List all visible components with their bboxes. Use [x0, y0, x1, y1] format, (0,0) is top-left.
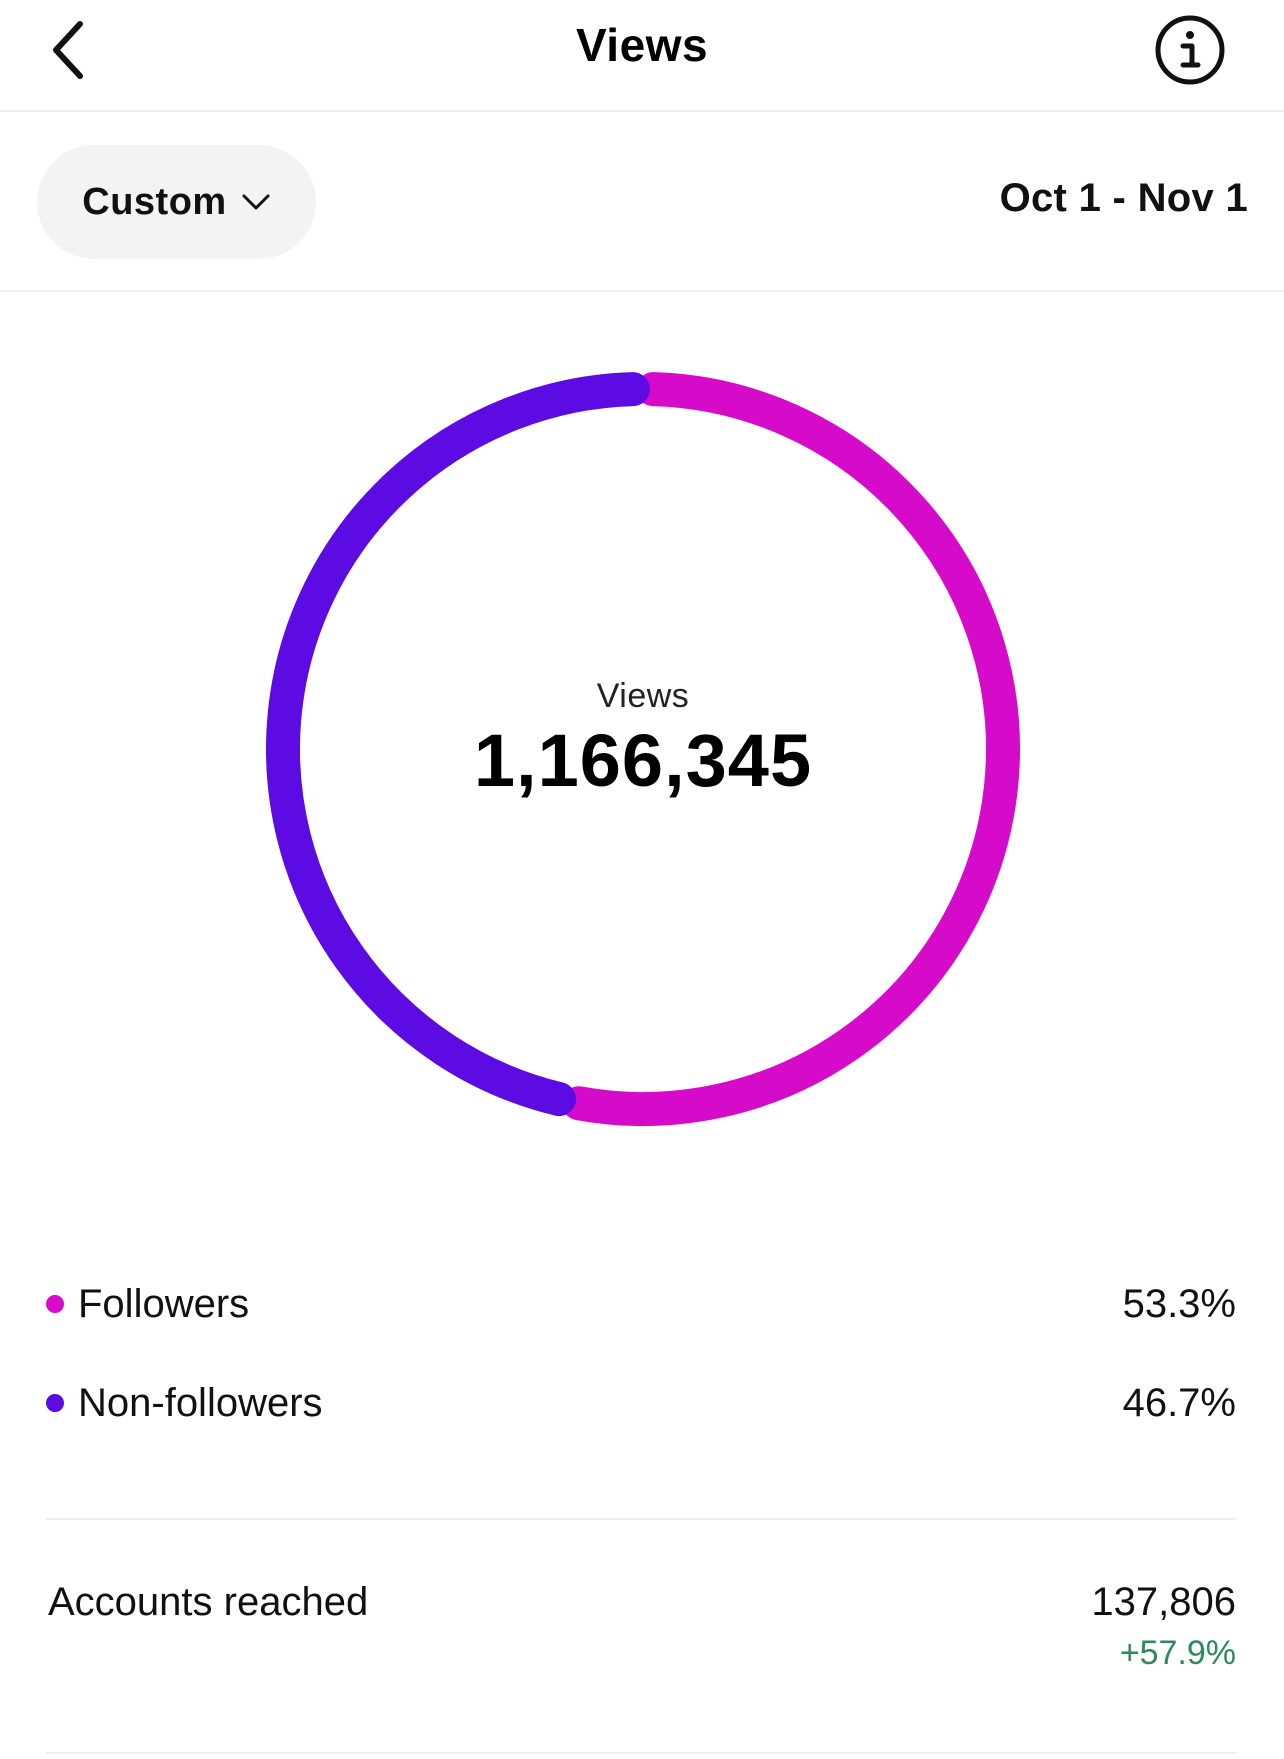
legend-label-followers: Followers — [78, 1281, 250, 1326]
views-donut-chart: Views 1,166,345 — [262, 368, 1024, 1130]
info-icon — [1155, 15, 1225, 85]
legend-value-followers: 53.3% — [1122, 1281, 1236, 1326]
followers-dot — [46, 1295, 64, 1313]
date-range-row: Custom Oct 1 - Nov 1 — [0, 112, 1284, 292]
divider — [46, 1518, 1236, 1520]
accounts-reached-change: +57.9% — [1119, 1634, 1236, 1672]
date-range-selected: Custom — [82, 180, 227, 223]
accounts-reached-label: Accounts reached — [48, 1580, 369, 1624]
legend-value-non-followers: 46.7% — [1122, 1380, 1236, 1425]
donut-slice-followers — [561, 372, 1020, 1126]
donut-slice-non-followers — [266, 372, 650, 1117]
info-button[interactable] — [1150, 10, 1230, 90]
legend-followers: Followers 53.3% — [46, 1274, 1236, 1334]
legend-label-non-followers: Non-followers — [78, 1380, 323, 1425]
legend-non-followers: Non-followers 46.7% — [46, 1373, 1236, 1433]
donut-svg — [266, 372, 1020, 1126]
top-bar: Views — [0, 0, 1284, 112]
chevron-down-icon — [242, 194, 270, 210]
page-title: Views — [575, 19, 709, 71]
divider-bottom — [46, 1752, 1236, 1754]
accounts-reached-value: 137,806 — [1091, 1580, 1236, 1624]
date-range-dropdown[interactable]: Custom — [37, 145, 316, 259]
non-followers-dot — [46, 1394, 64, 1412]
accounts-reached-row[interactable]: Accounts reached 137,806 +57.9% — [48, 1568, 1236, 1678]
date-range-text: Oct 1 - Nov 1 — [999, 176, 1248, 220]
